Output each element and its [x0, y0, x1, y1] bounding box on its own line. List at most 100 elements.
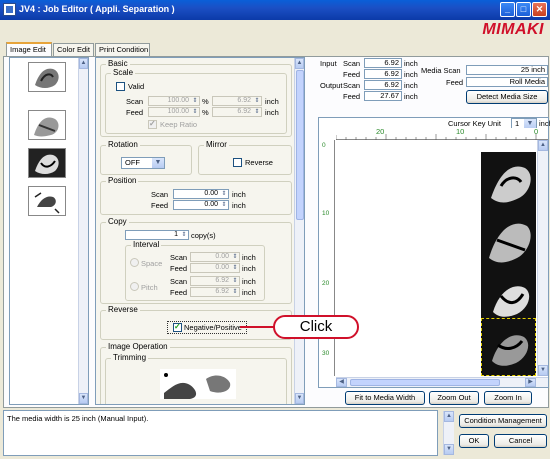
position-label: Position	[106, 176, 139, 185]
scroll-up-icon[interactable]: ▲	[295, 58, 304, 69]
output-scan-value: 6.92	[364, 80, 402, 90]
scroll-up-icon[interactable]: ▲	[79, 58, 88, 69]
cancel-button[interactable]: Cancel	[494, 434, 547, 448]
pitch-scan-label: Scan	[170, 277, 188, 286]
rotation-group: Rotation OFF ▼	[100, 140, 192, 175]
thumbnail-scrollbar[interactable]: ▲ ▼	[78, 58, 88, 404]
interval-label: Interval	[131, 240, 162, 249]
minimize-button[interactable]: _	[500, 2, 515, 17]
preview-horizontal-scrollbar[interactable]: ◀ ▶	[336, 377, 548, 387]
scale-valid-checkbox[interactable]	[116, 82, 125, 91]
media-feed-value: Roll Media	[466, 77, 548, 87]
position-feed-field[interactable]: 0.00 ⇕	[173, 200, 229, 210]
spin-icon[interactable]: ⇕	[231, 264, 239, 272]
preview-canvas[interactable]: ▲ ▼	[336, 140, 548, 376]
app-icon	[3, 3, 16, 16]
spin-icon[interactable]: ⇕	[231, 277, 239, 285]
space-radio[interactable]	[130, 258, 139, 267]
scale-feed-inch-field[interactable]: 6.92 ⇕	[212, 107, 262, 117]
detect-media-size-button[interactable]: Detect Media Size	[466, 90, 548, 104]
output-feed-label: Feed	[343, 92, 361, 101]
output-scan-label: Scan	[343, 81, 361, 90]
spin-icon[interactable]: ⇕	[220, 201, 228, 209]
scroll-thumb[interactable]	[350, 379, 500, 386]
condition-management-button[interactable]: Condition Management	[459, 414, 547, 428]
trimming-group: Trimming	[105, 353, 287, 404]
scroll-down-icon[interactable]: ▼	[79, 393, 88, 404]
thumbnail-3[interactable]	[28, 148, 66, 178]
scale-feed-percent-field[interactable]: 100.00 ⇕	[148, 107, 200, 117]
pitch-scan-field[interactable]: 6.92 ⇕	[190, 276, 240, 286]
scroll-thumb[interactable]	[296, 70, 304, 220]
preview-image-4-selected[interactable]	[481, 318, 536, 376]
spin-icon[interactable]: ⇕	[191, 97, 199, 105]
spin-icon[interactable]: ⇕	[180, 231, 188, 239]
output-label: Output	[320, 81, 343, 90]
spin-icon[interactable]: ⇕	[231, 288, 239, 296]
spin-icon[interactable]: ⇕	[231, 253, 239, 261]
tab-color-edit[interactable]: Color Edit	[53, 43, 94, 56]
ruler-tick-label: 30	[322, 350, 330, 357]
scale-label: Scale	[111, 68, 136, 77]
fit-to-media-width-button[interactable]: Fit to Media Width	[345, 391, 425, 405]
spin-icon[interactable]: ⇕	[191, 108, 199, 116]
scroll-down-icon[interactable]: ▼	[295, 393, 304, 404]
status-scrollbar[interactable]: ▲ ▼	[443, 411, 454, 455]
keep-ratio-checkbox[interactable]	[148, 119, 157, 129]
pitch-radio[interactable]	[130, 282, 139, 291]
preview-image-1[interactable]	[481, 152, 536, 210]
ruler-tick-label: 10	[322, 210, 330, 217]
input-scan-label: Scan	[343, 59, 361, 68]
preview-vertical-scrollbar[interactable]: ▲ ▼	[537, 140, 548, 376]
scale-scan-inch-field[interactable]: 6.92 ⇕	[212, 96, 262, 106]
space-scan-label: Scan	[170, 253, 188, 262]
input-scan-value: 6.92	[364, 58, 402, 68]
thumbnail-1[interactable]	[28, 62, 66, 92]
image-operation-group: Image Operation Trimming	[100, 342, 292, 404]
negative-positive-checkbox[interactable]	[173, 322, 182, 332]
tab-print-condition[interactable]: Print Condition	[95, 43, 150, 56]
brand-logo: MIMAKI	[482, 21, 544, 38]
preview-image-2[interactable]	[481, 210, 536, 268]
scale-valid-label: Valid	[128, 82, 145, 91]
ok-button[interactable]: OK	[459, 434, 489, 448]
media-scan-label: Media Scan	[421, 66, 461, 75]
zoom-in-button[interactable]: Zoom In	[484, 391, 532, 405]
thumbnail-2[interactable]	[28, 110, 66, 140]
maximize-button[interactable]: □	[516, 2, 531, 17]
copy-count-field[interactable]: 1 ⇕	[125, 230, 189, 240]
pitch-feed-field[interactable]: 6.92 ⇕	[190, 287, 240, 297]
settings-scrollbar[interactable]: ▲ ▼	[294, 58, 304, 404]
spin-icon[interactable]: ⇕	[220, 190, 228, 198]
separation-thumbnail-list[interactable]: ▲ ▼	[9, 57, 89, 405]
rotation-select[interactable]: OFF ▼	[121, 157, 165, 169]
close-button[interactable]: ✕	[532, 2, 547, 17]
space-feed-field[interactable]: 0.00 ⇕	[190, 263, 240, 273]
scroll-down-icon[interactable]: ▼	[538, 365, 548, 376]
media-feed-label: Feed	[446, 78, 464, 87]
trimming-preview[interactable]	[160, 369, 236, 399]
copy-label: Copy	[106, 217, 129, 226]
thumbnail-4[interactable]	[28, 186, 66, 216]
scroll-left-icon[interactable]: ◀	[336, 378, 347, 387]
scroll-up-icon[interactable]: ▲	[444, 411, 454, 422]
chevron-down-icon[interactable]: ▼	[152, 158, 164, 168]
space-feed-label: Feed	[170, 264, 188, 273]
spin-icon[interactable]: ⇕	[253, 108, 261, 116]
ruler-tick-label: 20	[322, 280, 330, 287]
scroll-down-icon[interactable]: ▼	[444, 444, 454, 455]
title-bar: JV4 : Job Editor ( Appli. Separation ) _…	[0, 0, 550, 20]
position-scan-field[interactable]: 0.00 ⇕	[173, 189, 229, 199]
mirror-group: Mirror Reverse	[198, 140, 292, 175]
mirror-reverse-checkbox[interactable]	[233, 158, 242, 167]
scale-scan-percent-field[interactable]: 100.00 ⇕	[148, 96, 200, 106]
scroll-up-icon[interactable]: ▲	[538, 140, 548, 151]
spin-icon[interactable]: ⇕	[253, 97, 261, 105]
negative-positive-label: Negative/Positive	[184, 323, 242, 332]
scroll-right-icon[interactable]: ▶	[525, 378, 536, 387]
size-info-panel: Input Scan Feed 6.92 6.92 Output Scan Fe…	[318, 57, 549, 115]
tab-image-edit[interactable]: Image Edit	[6, 42, 52, 56]
space-scan-field[interactable]: 0.00 ⇕	[190, 252, 240, 262]
ruler-tick-label: 0	[322, 142, 326, 149]
zoom-out-button[interactable]: Zoom Out	[429, 391, 479, 405]
